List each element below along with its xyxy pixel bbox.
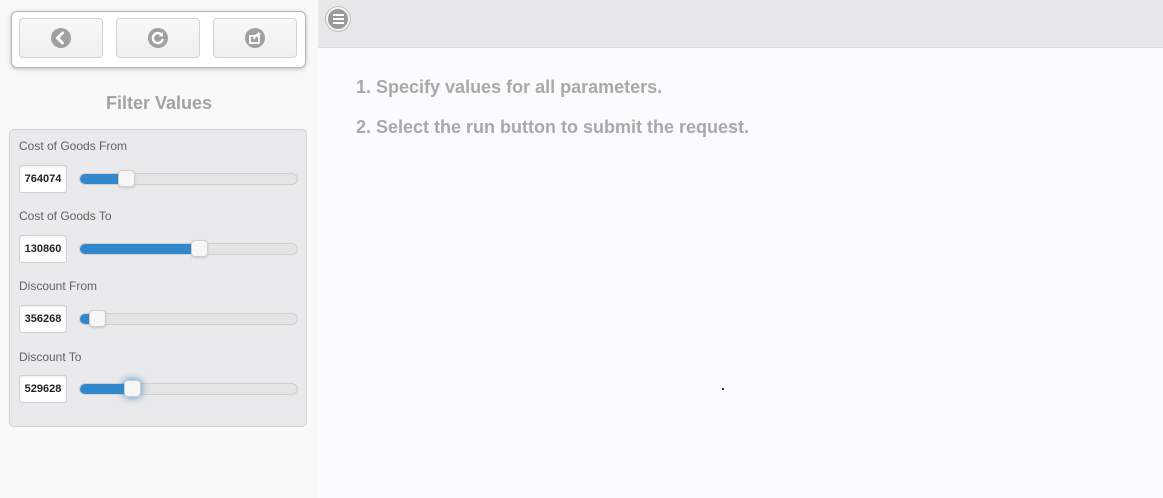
- cost-of-goods-to-slider[interactable]: [79, 240, 298, 257]
- discount-from-input[interactable]: 356268: [19, 305, 67, 333]
- discount-from-label: Discount From: [19, 279, 98, 293]
- refresh-icon: [148, 28, 168, 48]
- header-bar: [318, 0, 1163, 48]
- instruction-step-2: 2. Select the run button to submit the r…: [356, 117, 750, 137]
- slider-thumb[interactable]: [118, 170, 135, 187]
- slider-thumb[interactable]: [89, 310, 106, 327]
- refresh-button[interactable]: [116, 18, 200, 58]
- filter-box: Cost of Goods From 764074 Cost of Goods …: [9, 129, 307, 427]
- cost-of-goods-from-input[interactable]: 764074: [19, 165, 67, 193]
- slider-thumb[interactable]: [124, 380, 141, 397]
- back-icon: [51, 28, 71, 48]
- main-content: 1. Specify values for all parameters. 2.…: [318, 48, 1163, 498]
- filter-values-title: Filter Values: [105, 93, 213, 113]
- share-icon: [245, 28, 265, 48]
- back-button[interactable]: [19, 18, 103, 58]
- cost-of-goods-from-slider[interactable]: [79, 170, 298, 187]
- left-panel: Filter Values Cost of Goods From 764074 …: [0, 0, 318, 498]
- cost-of-goods-from-label: Cost of Goods From: [19, 139, 128, 153]
- cursor-dot: [722, 388, 724, 390]
- slider-fill: [80, 244, 199, 254]
- toolbar: [11, 11, 306, 68]
- slider-thumb[interactable]: [191, 240, 208, 257]
- cost-of-goods-to-input[interactable]: 130860: [19, 235, 67, 263]
- discount-to-slider[interactable]: [79, 380, 298, 397]
- hamburger-menu-icon[interactable]: [326, 7, 350, 31]
- discount-to-label: Discount To: [19, 350, 82, 364]
- cost-of-goods-to-label: Cost of Goods To: [19, 209, 112, 223]
- discount-to-input[interactable]: 529628: [19, 375, 67, 403]
- instruction-step-1: 1. Specify values for all parameters.: [356, 77, 663, 97]
- share-button[interactable]: [213, 18, 297, 58]
- discount-from-slider[interactable]: [79, 310, 298, 327]
